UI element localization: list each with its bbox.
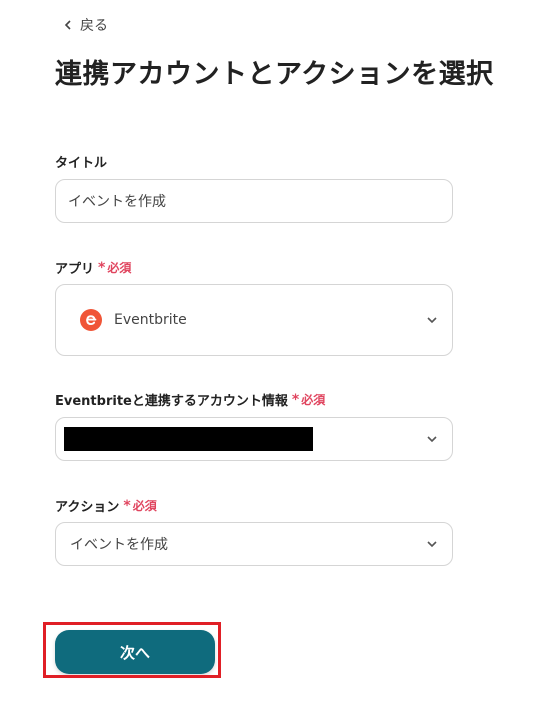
app-select-value: Eventbrite: [114, 312, 187, 328]
required-badge: * 必須: [123, 497, 156, 514]
app-select[interactable]: Eventbrite: [55, 284, 453, 356]
eventbrite-logo-icon: [80, 309, 102, 331]
app-label: アプリ * 必須: [55, 258, 131, 278]
chevron-down-icon: [427, 541, 437, 548]
page-title: 連携アカウントとアクションを選択: [55, 59, 494, 90]
required-text: 必須: [301, 393, 326, 407]
required-text: 必須: [107, 261, 132, 275]
action-label-text: アクション: [55, 500, 120, 515]
app-label-text: アプリ: [55, 262, 95, 277]
action-select[interactable]: イベントを作成: [55, 522, 453, 566]
chevron-down-icon: [427, 317, 437, 324]
chevron-down-icon: [427, 436, 437, 443]
title-label-text: タイトル: [55, 156, 108, 171]
action-label: アクション * 必須: [55, 496, 157, 516]
next-button[interactable]: 次へ: [55, 630, 215, 674]
action-select-value: イベントを作成: [70, 537, 168, 553]
title-label: タイトル: [55, 152, 107, 171]
back-link[interactable]: 戻る: [62, 14, 108, 36]
back-label: 戻る: [80, 18, 108, 34]
title-input[interactable]: イベントを作成: [55, 179, 453, 223]
required-badge: * 必須: [98, 259, 131, 276]
redacted-account-value: [64, 427, 313, 451]
account-select[interactable]: [55, 417, 453, 461]
required-badge: * 必須: [292, 391, 325, 408]
account-label: Eventbriteと連携するアカウント情報 * 必須: [55, 390, 325, 410]
title-input-value: イベントを作成: [68, 194, 166, 210]
required-asterisk: *: [123, 497, 131, 514]
required-asterisk: *: [291, 391, 300, 408]
required-asterisk: *: [98, 259, 106, 276]
required-text: 必須: [132, 499, 157, 513]
chevron-left-icon: [64, 20, 71, 30]
account-label-text: Eventbriteと連携するアカウント情報: [55, 394, 288, 409]
